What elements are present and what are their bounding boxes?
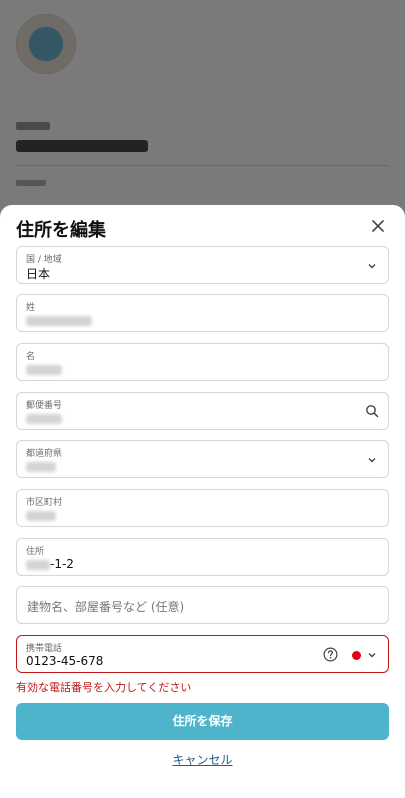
save-address-button[interactable]: 住所を保存 (16, 703, 389, 740)
last-name-value-redacted (26, 313, 92, 327)
city-label: 市区町村 (26, 498, 63, 508)
mobile-phone-field[interactable]: 携帯電話 0123-45-678 (16, 635, 389, 673)
address-field[interactable]: 住所 -1-2 (16, 538, 389, 576)
country-value: 日本 (26, 267, 51, 281)
postal-code-label: 郵便番号 (26, 401, 63, 411)
chevron-down-icon (368, 264, 376, 269)
address-value: -1-2 (26, 557, 74, 571)
first-name-label: 名 (26, 352, 36, 362)
country-label: 国 / 地域 (26, 255, 62, 265)
building-placeholder: 建物名、部屋番号など (任意) (27, 600, 185, 614)
japan-flag-icon[interactable] (352, 651, 361, 660)
cancel-link[interactable]: キャンセル (0, 751, 405, 768)
search-icon[interactable] (365, 404, 379, 418)
first-name-field[interactable]: 名 (16, 343, 389, 381)
postal-code-value-redacted (26, 411, 62, 425)
city-field[interactable]: 市区町村 (16, 489, 389, 527)
last-name-label: 姓 (26, 303, 36, 313)
phone-error-message: 有効な電話番号を入力してください (16, 681, 192, 694)
mobile-phone-value: 0123-45-678 (26, 654, 104, 668)
prefecture-value-redacted (26, 459, 56, 473)
mobile-phone-label: 携帯電話 (26, 644, 63, 654)
edit-address-sheet: 住所を編集 国 / 地域 日本 姓 名 郵便番号 都道府県 市区町村 住所 -1… (0, 205, 405, 798)
address-label: 住所 (26, 547, 45, 557)
help-icon[interactable] (323, 647, 338, 662)
chevron-down-icon[interactable] (366, 649, 378, 661)
building-field[interactable]: 建物名、部屋番号など (任意) (16, 586, 389, 624)
close-button[interactable] (369, 217, 387, 235)
city-value-redacted (26, 508, 56, 522)
first-name-value-redacted (26, 362, 62, 376)
last-name-field[interactable]: 姓 (16, 294, 389, 332)
country-select[interactable]: 国 / 地域 日本 (16, 246, 389, 284)
sheet-title: 住所を編集 (16, 220, 106, 241)
postal-code-field[interactable]: 郵便番号 (16, 392, 389, 430)
chevron-down-icon (368, 458, 376, 463)
address-value-suffix: -1-2 (50, 557, 74, 571)
prefecture-select[interactable]: 都道府県 (16, 440, 389, 478)
close-icon (372, 220, 384, 232)
prefecture-label: 都道府県 (26, 449, 63, 459)
